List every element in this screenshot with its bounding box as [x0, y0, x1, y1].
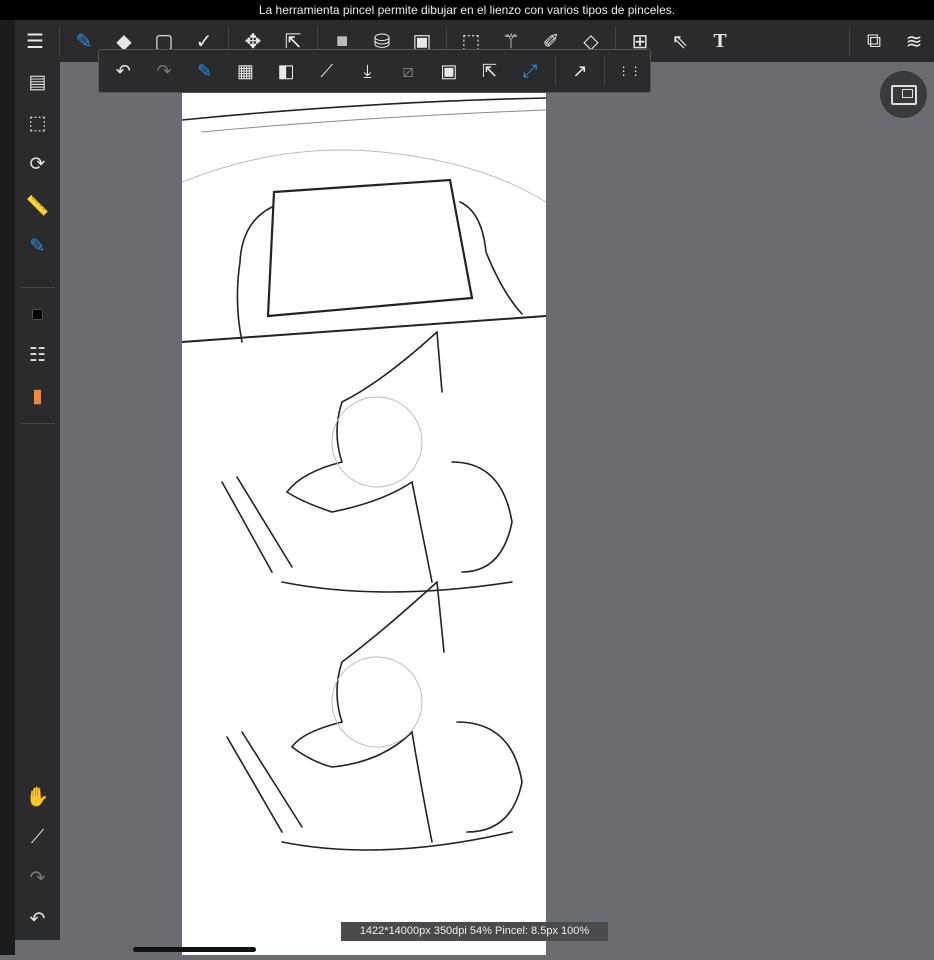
left-edge: [0, 20, 15, 955]
brush-stabilizer-button[interactable]: ✎: [184, 50, 225, 92]
text-tool-button[interactable]: T: [700, 20, 740, 62]
sketch-artwork: [181, 97, 547, 851]
divider: [849, 26, 850, 56]
menu-button[interactable]: ☰: [15, 20, 55, 62]
brush-settings-button[interactable]: ✎: [15, 226, 60, 267]
save-button[interactable]: ⤓: [347, 50, 388, 92]
more-button[interactable]: ⋮⋮: [609, 50, 650, 92]
divider: [59, 26, 60, 56]
undo-button[interactable]: ↶: [15, 899, 60, 940]
divider: [20, 423, 55, 424]
color-button[interactable]: ■: [15, 294, 60, 335]
brush-list-button[interactable]: ☷: [15, 335, 60, 376]
color-palette-button[interactable]: ▮: [15, 376, 60, 417]
transparency-button[interactable]: ▦: [225, 50, 266, 92]
rotate-button[interactable]: ⟳: [15, 144, 60, 185]
view-mode-button[interactable]: [880, 71, 927, 118]
eyedropper-button[interactable]: ⟋: [306, 50, 347, 92]
undo-button[interactable]: ↶: [103, 50, 144, 92]
snap-off-button[interactable]: ⧄: [388, 50, 429, 92]
selection-menu-button[interactable]: ⬚: [15, 103, 60, 144]
left-sidebar: ▤ ⬚ ⟳ 📏 ✎ ■ ☷ ▮ ✋ ⟋ ↷ ↶: [15, 62, 60, 940]
export-button[interactable]: ⇱: [469, 50, 510, 92]
materials-button[interactable]: ⧉: [854, 20, 894, 62]
drawing-canvas[interactable]: [181, 62, 547, 955]
ruler-button[interactable]: 📏: [15, 185, 60, 226]
divider: [554, 56, 556, 86]
clip-button[interactable]: ▣: [429, 50, 470, 92]
fullscreen-button[interactable]: ⤢: [510, 50, 551, 92]
layers-button[interactable]: ≋: [894, 20, 934, 62]
sub-toolbar: ↶ ↷ ✎ ▦ ◧ ⟋ ⤓ ⧄ ▣ ⇱ ⤢ ↗ ⋮⋮: [98, 49, 651, 93]
home-indicator[interactable]: [133, 947, 256, 952]
divider: [604, 56, 606, 86]
window-icon: [890, 84, 917, 105]
hand-button[interactable]: ✋: [15, 776, 60, 817]
operation-tool-button[interactable]: ⇖: [660, 20, 700, 62]
canvas-info-bar: 1422*14000px 350dpi 54% Pincel: 8.5px 10…: [341, 922, 608, 941]
color-swap-button[interactable]: ◧: [266, 50, 307, 92]
tooltip-bar: La herramienta pincel permite dibujar en…: [0, 0, 934, 20]
eyedropper-button[interactable]: ⟋: [15, 817, 60, 858]
redo-button[interactable]: ↷: [144, 50, 185, 92]
divider: [20, 287, 55, 288]
pages-button[interactable]: ▤: [15, 62, 60, 103]
share-button[interactable]: ↗: [560, 50, 601, 92]
redo-button[interactable]: ↷: [15, 858, 60, 899]
